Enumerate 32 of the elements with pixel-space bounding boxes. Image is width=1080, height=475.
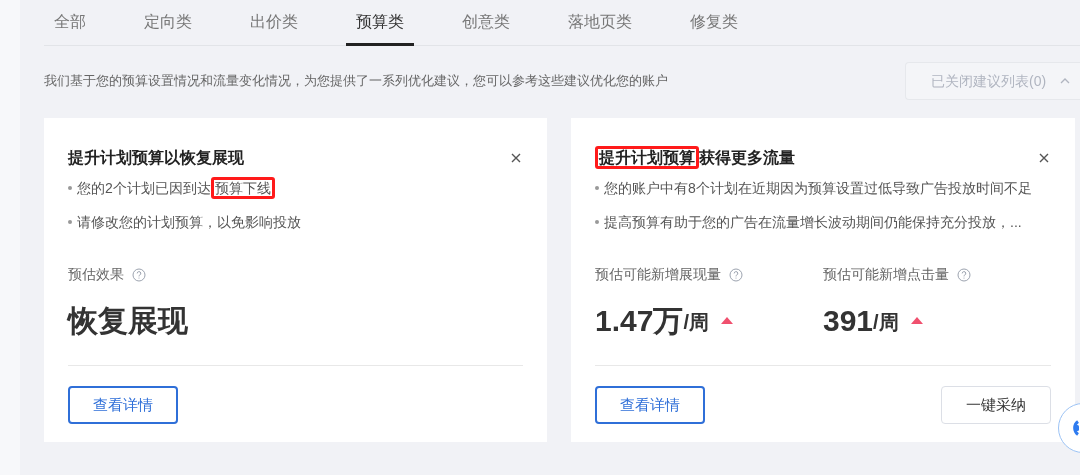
bullet-text: 您的账户中有8个计划在近期因为预算设置过低导致广告投放时间不足 [604, 179, 1032, 198]
metric-label: 预估效果 [68, 265, 124, 284]
close-icon[interactable] [511, 153, 521, 163]
category-tab[interactable]: 创意类 [452, 0, 520, 46]
metric-label: 预估可能新增展现量 [595, 265, 721, 284]
help-icon[interactable] [729, 267, 743, 282]
help-icon[interactable] [957, 267, 971, 282]
action-button[interactable]: 查看详情 [68, 386, 178, 424]
category-tab[interactable]: 预算类 [346, 0, 414, 46]
category-tab[interactable]: 定向类 [134, 0, 202, 46]
action-button[interactable]: 一键采纳 [941, 386, 1051, 424]
metric-value: 1.47万 [595, 303, 684, 339]
bullet-text: 您的2个计划已因到达 预算下线 [77, 176, 275, 200]
card-title: 提升计划预算以恢复展现 [68, 148, 244, 168]
close-icon[interactable] [1039, 153, 1049, 163]
action-button[interactable]: 查看详情 [595, 386, 705, 424]
category-tab[interactable]: 全部 [44, 0, 96, 46]
metric-label: 预估可能新增点击量 [823, 265, 949, 284]
metric-unit: /周 [873, 310, 899, 335]
help-icon[interactable] [132, 267, 146, 282]
category-tab[interactable]: 落地页类 [558, 0, 642, 46]
category-tab[interactable]: 出价类 [240, 0, 308, 46]
metric-unit: /周 [683, 311, 709, 333]
metric-value: 391 [823, 303, 874, 339]
bullet-text: 请修改您的计划预算，以免影响投放 [77, 213, 301, 232]
up-triangle-icon [720, 317, 733, 324]
bullet-text: 提高预算有助于您的广告在流量增长波动期间仍能保持充分投放，... [604, 213, 1022, 232]
up-triangle-icon [910, 317, 923, 324]
metric-value: 恢复展现 [68, 303, 188, 339]
card-title: 提升计划预算 获得更多流量 [595, 146, 795, 170]
description-text: 我们基于您的预算设置情况和流量变化情况，为您提供了一系列优化建议，您可以参考这些建议优化您的账户 [44, 72, 668, 91]
category-tab[interactable]: 修复类 [680, 0, 748, 46]
